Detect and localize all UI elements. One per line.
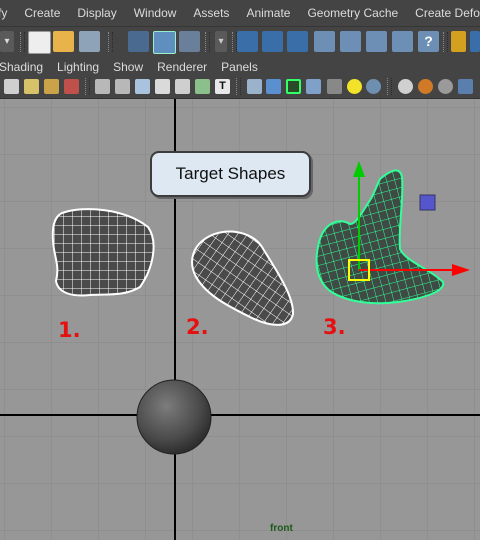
snap-view-plane-icon[interactable]: [314, 31, 335, 52]
menu-window[interactable]: Window: [125, 6, 185, 20]
frame-selected-icon[interactable]: [286, 79, 301, 94]
select-hierarchy-icon[interactable]: [128, 31, 149, 52]
menu-set-dropdown-icon[interactable]: ▾: [0, 31, 14, 52]
shape-label-3: 3.: [323, 315, 346, 339]
camera-attributes-icon[interactable]: [24, 79, 39, 94]
camera-name-label: front: [270, 523, 293, 534]
default-light-icon[interactable]: [155, 79, 170, 94]
checker-icon[interactable]: [327, 79, 342, 94]
status-line-toolbar: ▾ ▾ ?: [0, 26, 480, 57]
isolate-icon[interactable]: [247, 79, 262, 94]
camera-icon[interactable]: [4, 79, 19, 94]
smooth-shade-icon[interactable]: [135, 79, 150, 94]
panel-menubar: Shading Lighting Show Renderer Panels: [0, 57, 480, 76]
main-menubar: fy Create Display Window Assets Animate …: [0, 0, 480, 26]
toolbar-divider: [85, 78, 90, 95]
bookmark-icon[interactable]: [44, 79, 59, 94]
all-lights-icon[interactable]: [195, 79, 210, 94]
box-icon[interactable]: [306, 79, 321, 94]
toolbar-divider: [236, 78, 241, 95]
material-icon[interactable]: [398, 79, 413, 94]
sphere-shade-icon[interactable]: [366, 79, 381, 94]
move-icon[interactable]: [470, 31, 480, 52]
textured-icon[interactable]: [175, 79, 190, 94]
toolbar-divider: [20, 32, 25, 52]
toolbar-divider: [387, 78, 392, 95]
orange-sphere-icon[interactable]: [418, 79, 433, 94]
render-icon[interactable]: [392, 31, 413, 52]
snap-grid-icon[interactable]: [237, 31, 258, 52]
mask-icon[interactable]: ▾: [215, 31, 227, 52]
new-scene-icon[interactable]: [28, 31, 51, 54]
make-live-icon[interactable]: [340, 31, 361, 52]
panel-toolbar: T: [0, 76, 480, 99]
history-icon[interactable]: [366, 31, 387, 52]
select-object-icon[interactable]: [153, 31, 176, 54]
snap-curve-icon[interactable]: [262, 31, 283, 52]
target-shape-1[interactable]: [51, 208, 155, 297]
toolbar-divider: [205, 32, 210, 52]
shape-label-2: 2.: [186, 315, 209, 339]
menu-assets[interactable]: Assets: [184, 6, 237, 20]
lock-icon[interactable]: [451, 31, 466, 52]
panel-menu-renderer[interactable]: Renderer: [150, 60, 214, 74]
yellow-light-icon[interactable]: [347, 79, 362, 94]
manip-plane-handle[interactable]: [419, 194, 436, 211]
toolbar-divider: [108, 32, 113, 52]
help-icon[interactable]: ?: [418, 31, 439, 52]
menu-animate[interactable]: Animate: [237, 6, 298, 20]
save-scene-icon[interactable]: [79, 31, 100, 52]
blue-cube-icon[interactable]: [458, 79, 473, 94]
text-icon[interactable]: T: [215, 79, 230, 94]
gray-sphere-icon[interactable]: [438, 79, 453, 94]
panel-menu-lighting[interactable]: Lighting: [50, 60, 106, 74]
wireframe-icon[interactable]: [95, 79, 110, 94]
panel-menu-show[interactable]: Show: [106, 60, 150, 74]
menu-modify[interactable]: fy: [0, 6, 15, 20]
menu-display[interactable]: Display: [68, 6, 124, 20]
shape-label-1: 1.: [58, 318, 81, 342]
select-component-icon[interactable]: [179, 31, 200, 52]
snap-point-icon[interactable]: [287, 31, 308, 52]
open-scene-icon[interactable]: [53, 31, 74, 52]
menu-geometry-cache[interactable]: Geometry Cache: [298, 6, 406, 20]
image-plane-icon[interactable]: [64, 79, 79, 94]
grid-icon[interactable]: [115, 79, 130, 94]
menu-create-deformers[interactable]: Create Deformers: [406, 6, 480, 20]
toolbar-divider: [443, 32, 448, 52]
panel-menu-shading[interactable]: Shading: [0, 60, 50, 74]
menu-create[interactable]: Create: [15, 6, 68, 20]
xray-icon[interactable]: [266, 79, 281, 94]
target-shapes-callout: Target Shapes: [150, 151, 311, 197]
panel-menu-panels[interactable]: Panels: [214, 60, 265, 74]
sphere-object[interactable]: [136, 379, 212, 455]
